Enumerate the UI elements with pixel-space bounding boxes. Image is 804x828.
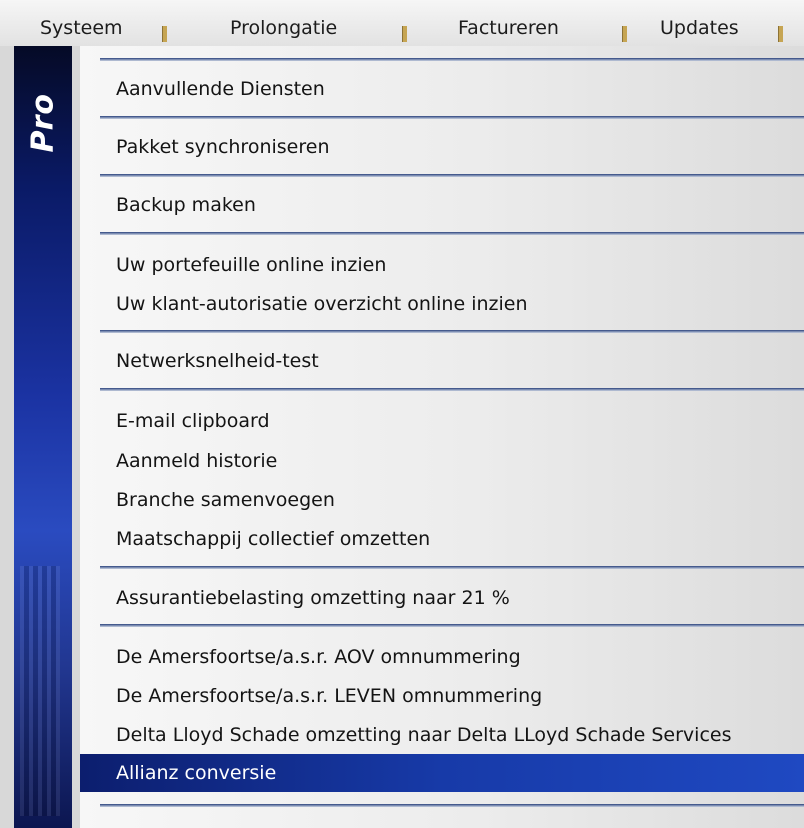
menu-divider — [100, 174, 804, 177]
menu-divider — [100, 804, 804, 807]
menu-divider — [100, 624, 804, 627]
menu-item-amersfoortse-leven[interactable]: De Amersfoortse/a.s.r. LEVEN omnummering — [80, 677, 804, 715]
menu-updates[interactable]: Updates — [660, 0, 739, 46]
menu-prolongatie[interactable]: Prolongatie — [230, 0, 337, 46]
menu-item-email-clipboard[interactable]: E-mail clipboard — [80, 402, 804, 440]
menu-factureren[interactable]: Factureren — [458, 0, 559, 46]
menu-divider — [100, 388, 804, 391]
menu-separator — [622, 26, 627, 42]
menu-item-backup-maken[interactable]: Backup maken — [80, 186, 804, 224]
menu-separator — [162, 26, 167, 42]
menu-item-klant-autorisatie[interactable]: Uw klant-autorisatie overzicht online in… — [80, 285, 804, 323]
menu-separator — [402, 26, 407, 42]
sidebar-brand-strip: Pro — [0, 46, 80, 828]
menu-item-amersfoortse-aov[interactable]: De Amersfoortse/a.s.r. AOV omnummering — [80, 638, 804, 676]
menu-item-portefeuille-online[interactable]: Uw portefeuille online inzien — [80, 246, 804, 284]
menu-item-delta-lloyd[interactable]: Delta Lloyd Schade omzetting naar Delta … — [80, 716, 804, 754]
menu-item-branche-samenvoegen[interactable]: Branche samenvoegen — [80, 481, 804, 519]
menu-item-assurantiebelasting[interactable]: Assurantiebelasting omzetting naar 21 % — [80, 579, 804, 617]
sidebar-decoration — [20, 566, 60, 816]
menu-item-pakket-synchroniseren[interactable]: Pakket synchroniseren — [80, 128, 804, 166]
menu-item-aanmeld-historie[interactable]: Aanmeld historie — [80, 442, 804, 480]
menubar: Systeem Prolongatie Factureren Updates — [0, 0, 804, 47]
dropdown-menu: Aanvullende Diensten Pakket synchroniser… — [80, 46, 804, 828]
menu-separator — [778, 26, 783, 42]
menu-divider — [100, 232, 804, 235]
menu-divider — [100, 58, 804, 61]
pro-logo: Pro — [25, 93, 61, 153]
menu-item-netwerksnelheid-test[interactable]: Netwerksnelheid-test — [80, 342, 804, 380]
menu-divider — [100, 566, 804, 569]
menu-divider — [100, 116, 804, 119]
menu-divider — [100, 330, 804, 333]
menu-systeem[interactable]: Systeem — [40, 0, 123, 46]
menu-item-aanvullende-diensten[interactable]: Aanvullende Diensten — [80, 70, 804, 108]
menu-item-allianz-conversie[interactable]: Allianz conversie — [80, 754, 804, 792]
menu-item-maatschappij-collectief[interactable]: Maatschappij collectief omzetten — [80, 520, 804, 558]
